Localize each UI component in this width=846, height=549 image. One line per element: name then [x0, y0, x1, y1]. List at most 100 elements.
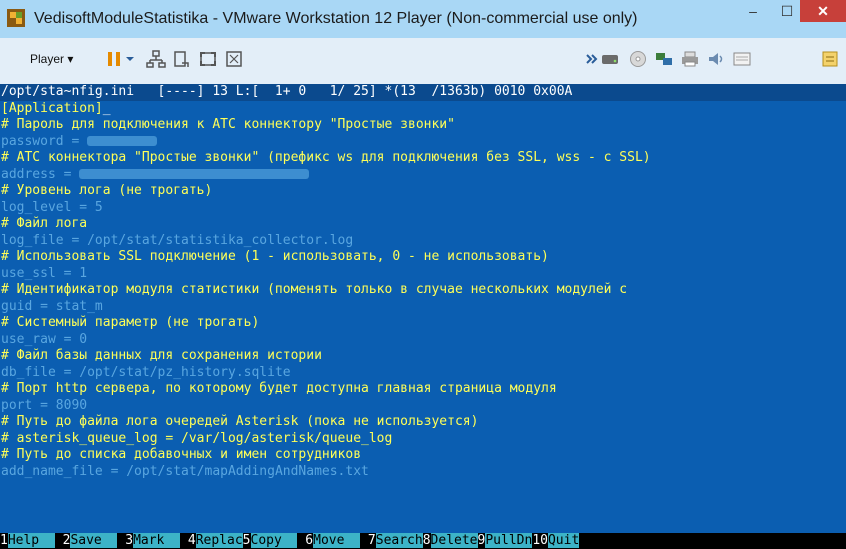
- editor-line: # АТС коннектора "Простые звонки" (префи…: [0, 150, 846, 167]
- fn-key-help[interactable]: Help: [7, 532, 55, 548]
- editor-line: log_level = 5: [0, 200, 846, 217]
- redacted-value: [79, 169, 310, 179]
- comment-text: # Файл лога: [1, 216, 88, 231]
- fn-key-quit[interactable]: Quit: [547, 532, 580, 548]
- config-value: 1: [79, 265, 88, 281]
- fn-key-save[interactable]: Save: [70, 532, 118, 548]
- message-log-icon[interactable]: [732, 49, 752, 69]
- editor-line: # Уровень лога (не трогать): [0, 183, 846, 200]
- fn-key-delete[interactable]: Delete: [430, 532, 478, 548]
- section-header: [Application]: [1, 100, 103, 116]
- editor-line: # Порт http сервера, по которому будет д…: [0, 381, 846, 398]
- fn-key-number: 3: [117, 532, 134, 548]
- comment-text: # Файл базы данных для сохранения истори…: [1, 348, 322, 363]
- network-icon[interactable]: [146, 49, 166, 69]
- fn-key-pulldn[interactable]: PullDn: [485, 532, 533, 548]
- config-key: log_file =: [1, 232, 88, 248]
- fn-key-number: 4: [180, 532, 196, 548]
- config-value: 5: [94, 199, 103, 215]
- network-adapter-icon[interactable]: [654, 49, 674, 69]
- editor-line: log_file = /opt/stat/statistika_collecto…: [0, 233, 846, 250]
- fn-key-move[interactable]: Move: [313, 532, 361, 548]
- vmware-app-icon[interactable]: [6, 8, 26, 28]
- printer-icon[interactable]: [680, 49, 700, 69]
- editor-line: port = 8090: [0, 398, 846, 415]
- config-value: /opt/stat/statistika_collector.log: [87, 232, 354, 248]
- config-key: add_name_file =: [1, 463, 127, 479]
- window-titlebar: VedisoftModuleStatistika - VMware Workst…: [0, 0, 846, 38]
- hard-disk-icon[interactable]: [600, 49, 620, 69]
- comment-text: # Пароль для подключения к АТС коннектор…: [1, 117, 455, 132]
- comment-text: # Использовать SSL подключение (1 - испо…: [1, 249, 549, 264]
- config-value: /opt/stat/mapAddingAndNames.txt: [126, 463, 369, 479]
- fn-key-copy[interactable]: Copy: [250, 532, 298, 548]
- config-key: db_file =: [1, 364, 80, 380]
- fn-key-mark[interactable]: Mark: [133, 532, 181, 548]
- chevron-down-icon[interactable]: [124, 49, 136, 69]
- fn-key-number: 1: [0, 532, 8, 548]
- window-title: VedisoftModuleStatistika - VMware Workst…: [34, 10, 638, 27]
- unity-icon[interactable]: [224, 49, 244, 69]
- cd-dvd-icon[interactable]: [628, 49, 648, 69]
- config-key: port =: [1, 397, 56, 413]
- maximize-button[interactable]: ☐: [770, 0, 804, 22]
- fn-key-number: 6: [297, 532, 314, 548]
- fn-key-replac[interactable]: Replac: [195, 532, 243, 548]
- editor-line: use_raw = 0: [0, 332, 846, 349]
- editor-text-area[interactable]: [Application]_ # Пароль для подключения к…: [0, 101, 846, 481]
- editor-line: # Путь до файла лога очередей Asterisk (…: [0, 414, 846, 431]
- terminal-screen[interactable]: /opt/sta~nfig.ini [----] 13 L:[ 1+ 0 1/ …: [0, 84, 846, 549]
- editor-status-line: /opt/sta~nfig.ini [----] 13 L:[ 1+ 0 1/ …: [0, 84, 846, 101]
- editor-line: # Использовать SSL подключение (1 - испо…: [0, 249, 846, 266]
- config-value: stat_m: [55, 298, 103, 314]
- editor-line: # Файл лога: [0, 216, 846, 233]
- editor-line: guid = stat_m: [0, 299, 846, 316]
- config-key: log_level =: [1, 199, 95, 215]
- fn-key-number: 2: [54, 532, 71, 548]
- config-key: guid =: [1, 298, 56, 314]
- more-devices-icon[interactable]: [585, 49, 599, 69]
- config-value: 8090: [55, 397, 88, 413]
- editor-line: add_name_file = /opt/stat/mapAddingAndNa…: [0, 464, 846, 481]
- send-ctrl-alt-del-icon[interactable]: [172, 49, 192, 69]
- comment-text: # Путь до файла лога очередей Asterisk (…: [1, 414, 479, 429]
- comment-text: # Уровень лога (не трогать): [1, 183, 213, 198]
- config-value: 0: [79, 331, 88, 347]
- function-key-bar: 1Help 2Save 3Mark 4Replac5Copy 6Move 7Se…: [0, 532, 846, 549]
- editor-line: # Пароль для подключения к АТС коннектор…: [0, 117, 846, 134]
- fn-key-number: 7: [360, 532, 376, 548]
- editor-line: db_file = /opt/stat/pz_history.sqlite: [0, 365, 846, 382]
- library-icon[interactable]: [820, 49, 840, 69]
- editor-line: use_ssl = 1: [0, 266, 846, 283]
- fullscreen-icon[interactable]: [198, 49, 218, 69]
- comment-text: # Порт http сервера, по которому будет д…: [1, 381, 557, 396]
- config-key: use_ssl =: [1, 265, 80, 281]
- editor-line: # Путь до списка добавочных и имен сотру…: [0, 447, 846, 464]
- comment-text: # asterisk_queue_log = /var/log/asterisk…: [1, 430, 393, 446]
- editor-line: address =: [0, 167, 846, 184]
- config-key: password =: [1, 133, 88, 149]
- config-key: address =: [1, 166, 80, 182]
- fn-key-search[interactable]: Search: [375, 532, 423, 548]
- editor-line: # Файл базы данных для сохранения истори…: [0, 348, 846, 365]
- redacted-value: [87, 136, 158, 146]
- editor-line: # asterisk_queue_log = /var/log/asterisk…: [0, 431, 846, 448]
- text-cursor: _: [102, 100, 111, 116]
- player-menu-button[interactable]: Player ▾: [30, 52, 73, 66]
- fn-key-number: 10: [532, 532, 548, 548]
- editor-line: [Application]_: [0, 101, 846, 118]
- pause-icon[interactable]: [104, 49, 124, 69]
- editor-line: password =: [0, 134, 846, 151]
- player-toolbar: Player ▾: [0, 38, 846, 85]
- config-key: use_raw =: [1, 331, 80, 347]
- close-button[interactable]: ✕: [800, 0, 846, 22]
- comment-text: # Путь до списка добавочных и имен сотру…: [1, 447, 362, 462]
- fn-key-number: 8: [422, 532, 431, 548]
- sound-card-icon[interactable]: [706, 49, 726, 69]
- config-value: /opt/stat/pz_history.sqlite: [79, 364, 291, 380]
- minimize-button[interactable]: –: [736, 0, 770, 22]
- comment-text: # АТС коннектора "Простые звонки" (префи…: [1, 150, 651, 165]
- editor-line: # Системный параметр (не трогать): [0, 315, 846, 332]
- comment-text: # Идентификатор модуля статистики (помен…: [1, 282, 628, 297]
- comment-text: # Системный параметр (не трогать): [1, 315, 260, 330]
